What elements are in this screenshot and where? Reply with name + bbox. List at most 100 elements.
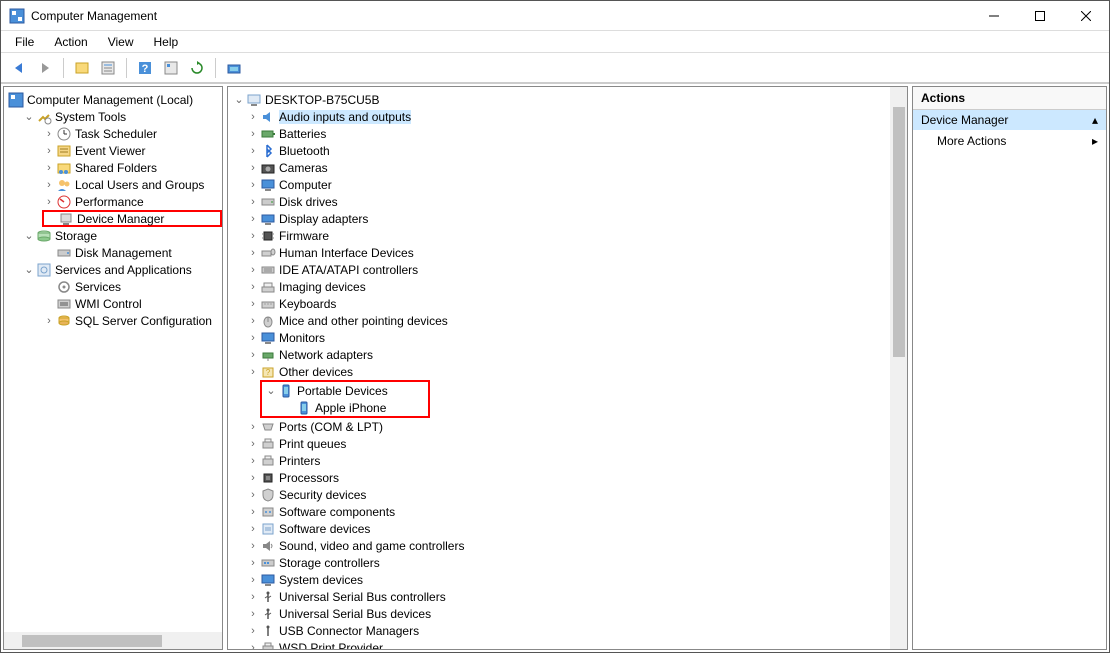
- services-apps-icon: [36, 262, 52, 278]
- storage-controller-icon: [260, 555, 276, 571]
- dev-printers[interactable]: ›Printers: [228, 452, 889, 469]
- maximize-button[interactable]: [1017, 1, 1063, 31]
- chip-icon: [260, 228, 276, 244]
- svg-text:?: ?: [142, 63, 149, 75]
- serial-port-icon: [260, 419, 276, 435]
- dev-display-adapters[interactable]: ›Display adapters: [228, 210, 889, 227]
- dev-system[interactable]: ›System devices: [228, 571, 889, 588]
- chevron-right-icon[interactable]: ›: [42, 162, 56, 174]
- nav-event-viewer[interactable]: › Event Viewer: [4, 142, 222, 159]
- dev-wsd[interactable]: ›WSD Print Provider: [228, 639, 889, 650]
- dev-portable[interactable]: ⌄ Portable Devices: [262, 382, 428, 399]
- hid-icon: [260, 245, 276, 261]
- dev-print-queues[interactable]: ›Print queues: [228, 435, 889, 452]
- view-button[interactable]: [159, 56, 183, 80]
- nav-sql-config[interactable]: › SQL Server Configuration: [4, 312, 222, 329]
- system-device-icon: [260, 572, 276, 588]
- nav-device-manager[interactable]: Device Manager: [42, 210, 222, 227]
- dev-apple-iphone[interactable]: Apple iPhone: [262, 399, 428, 416]
- dev-imaging[interactable]: ›Imaging devices: [228, 278, 889, 295]
- scanner-icon: [260, 279, 276, 295]
- dev-mice[interactable]: ›Mice and other pointing devices: [228, 312, 889, 329]
- help-button[interactable]: ?: [133, 56, 157, 80]
- dev-network[interactable]: ›Network adapters: [228, 346, 889, 363]
- chevron-right-icon[interactable]: ›: [246, 111, 260, 123]
- dev-audio[interactable]: › Audio inputs and outputs: [228, 108, 889, 125]
- actions-more[interactable]: More Actions ▸: [913, 130, 1106, 152]
- nav-disk-management[interactable]: Disk Management: [4, 244, 222, 261]
- dev-other[interactable]: ›?Other devices: [228, 363, 889, 380]
- nav-performance[interactable]: › Performance: [4, 193, 222, 210]
- nav-services[interactable]: Services: [4, 278, 222, 295]
- nav-local-users[interactable]: › Local Users and Groups: [4, 176, 222, 193]
- cpu-icon: [260, 470, 276, 486]
- chevron-right-icon: ▸: [1092, 134, 1098, 148]
- menu-help[interactable]: Help: [144, 33, 189, 51]
- v-scrollbar[interactable]: [890, 87, 907, 649]
- dev-cameras[interactable]: ›Cameras: [228, 159, 889, 176]
- dev-usb-ctrl[interactable]: ›Universal Serial Bus controllers: [228, 588, 889, 605]
- nav-shared-folders[interactable]: › Shared Folders: [4, 159, 222, 176]
- dev-sw-devices[interactable]: ›Software devices: [228, 520, 889, 537]
- dev-batteries[interactable]: ›Batteries: [228, 125, 889, 142]
- dev-bluetooth[interactable]: ›Bluetooth: [228, 142, 889, 159]
- dev-usb-dev[interactable]: ›Universal Serial Bus devices: [228, 605, 889, 622]
- navigation-pane[interactable]: Computer Management (Local) ⌄ System Too…: [3, 86, 223, 650]
- device-tree-pane[interactable]: ⌄ DESKTOP-B75CU5B › Audio inputs and out…: [227, 86, 908, 650]
- portable-device-icon: [278, 383, 294, 399]
- properties-button[interactable]: [96, 56, 120, 80]
- chevron-right-icon[interactable]: ›: [42, 128, 56, 140]
- printer-icon: [260, 453, 276, 469]
- dev-keyboards[interactable]: ›Keyboards: [228, 295, 889, 312]
- nav-services-apps[interactable]: ⌄ Services and Applications: [4, 261, 222, 278]
- mouse-icon: [260, 313, 276, 329]
- refresh-button[interactable]: [185, 56, 209, 80]
- dev-storage-ctrl[interactable]: ›Storage controllers: [228, 554, 889, 571]
- nav-wmi-control[interactable]: WMI Control: [4, 295, 222, 312]
- chevron-right-icon[interactable]: ›: [42, 315, 56, 327]
- dev-computer[interactable]: ›Computer: [228, 176, 889, 193]
- chevron-down-icon[interactable]: ⌄: [22, 229, 36, 242]
- dev-monitors[interactable]: ›Monitors: [228, 329, 889, 346]
- dev-security[interactable]: ›Security devices: [228, 486, 889, 503]
- menu-file[interactable]: File: [5, 33, 44, 51]
- menu-action[interactable]: Action: [44, 33, 97, 51]
- nav-task-scheduler[interactable]: › Task Scheduler: [4, 125, 222, 142]
- actions-context[interactable]: Device Manager ▴: [913, 110, 1106, 130]
- chevron-down-icon[interactable]: ⌄: [22, 110, 36, 123]
- usb-icon: [260, 589, 276, 605]
- dev-sw-components[interactable]: ›Software components: [228, 503, 889, 520]
- nav-system-tools[interactable]: ⌄ System Tools: [4, 108, 222, 125]
- dev-ide[interactable]: ›IDE ATA/ATAPI controllers: [228, 261, 889, 278]
- dev-firmware[interactable]: ›Firmware: [228, 227, 889, 244]
- dev-sound[interactable]: ›Sound, video and game controllers: [228, 537, 889, 554]
- nav-root[interactable]: Computer Management (Local): [4, 91, 222, 108]
- dev-processors[interactable]: ›Processors: [228, 469, 889, 486]
- menu-view[interactable]: View: [98, 33, 144, 51]
- network-icon: [260, 347, 276, 363]
- dev-ports[interactable]: ›Ports (COM & LPT): [228, 418, 889, 435]
- back-button[interactable]: [7, 56, 31, 80]
- h-scrollbar[interactable]: [4, 632, 222, 649]
- collapse-icon[interactable]: ▴: [1092, 113, 1098, 127]
- chevron-right-icon[interactable]: ›: [42, 196, 56, 208]
- dev-disk-drives[interactable]: ›Disk drives: [228, 193, 889, 210]
- battery-icon: [260, 126, 276, 142]
- close-button[interactable]: [1063, 1, 1109, 31]
- dev-root[interactable]: ⌄ DESKTOP-B75CU5B: [228, 91, 889, 108]
- chevron-right-icon[interactable]: ›: [42, 145, 56, 157]
- minimize-button[interactable]: [971, 1, 1017, 31]
- chevron-down-icon[interactable]: ⌄: [264, 384, 278, 397]
- chevron-right-icon[interactable]: ›: [42, 179, 56, 191]
- forward-button[interactable]: [33, 56, 57, 80]
- nav-storage[interactable]: ⌄ Storage: [4, 227, 222, 244]
- scan-hardware-button[interactable]: [222, 56, 246, 80]
- performance-icon: [56, 194, 72, 210]
- chevron-down-icon[interactable]: ⌄: [22, 263, 36, 276]
- dev-usb-connector[interactable]: ›USB Connector Managers: [228, 622, 889, 639]
- show-hide-tree-button[interactable]: [70, 56, 94, 80]
- chevron-down-icon[interactable]: ⌄: [232, 93, 246, 106]
- phone-icon: [296, 400, 312, 416]
- storage-icon: [36, 228, 52, 244]
- dev-hid[interactable]: ›Human Interface Devices: [228, 244, 889, 261]
